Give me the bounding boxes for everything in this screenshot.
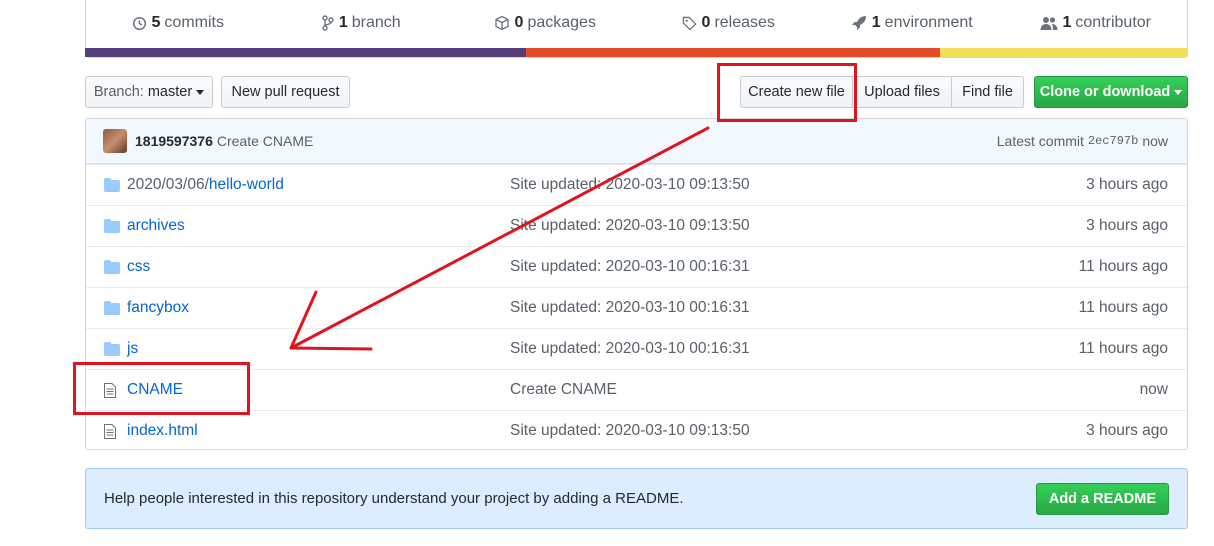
annotation-arrow (289, 126, 710, 351)
